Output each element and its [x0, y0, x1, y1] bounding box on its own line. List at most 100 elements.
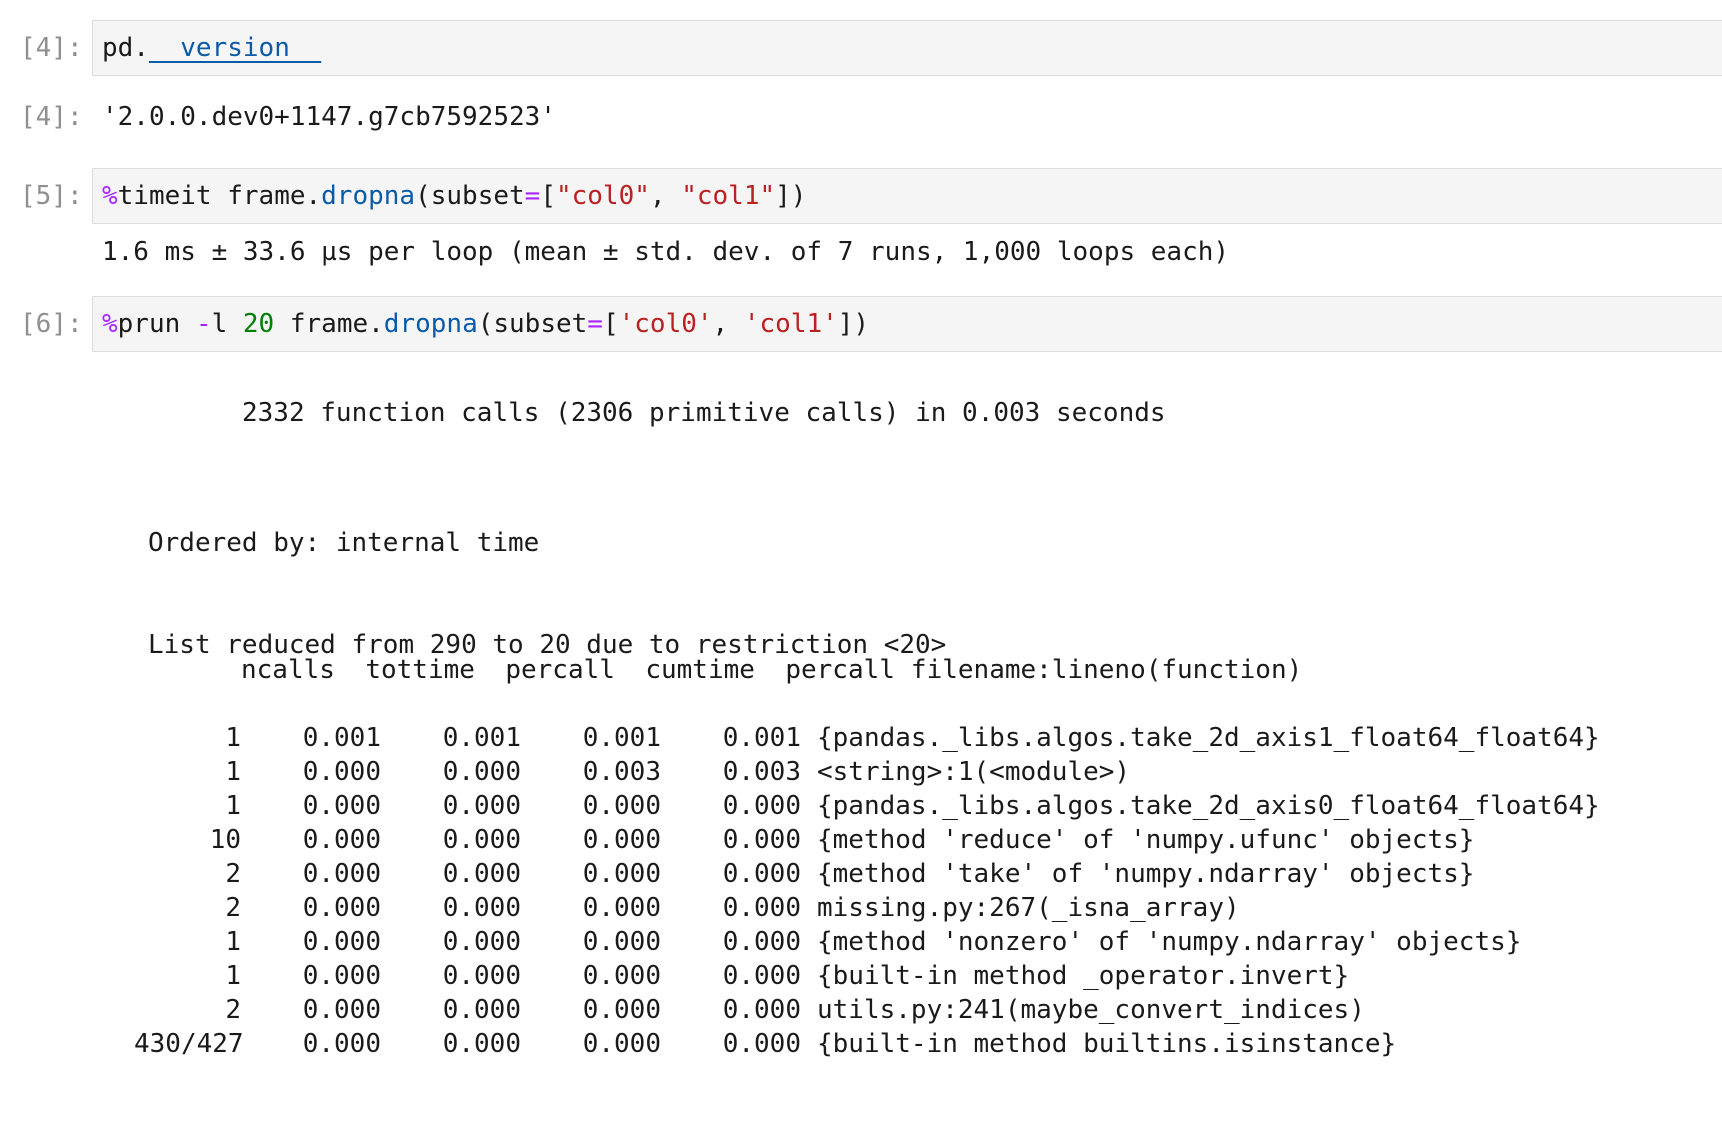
table-row: 1 0.000 0.000 0.000 0.000 {pandas._libs.algos… — [134, 789, 1600, 823]
cell-cumtime: 0.003 — [582, 757, 661, 787]
cell-cumtime: 0.000 — [582, 927, 661, 957]
cell-percall: 0.000 — [442, 825, 521, 855]
code-token: - — [195, 309, 212, 339]
cell-percall-cum: 0.000 — [722, 995, 801, 1025]
cell-percall: 0.000 — [442, 859, 521, 889]
cell-ncalls: 430/427 — [134, 1029, 244, 1059]
cell-ncalls: 1 — [225, 927, 241, 957]
cell-ncalls: 1 — [225, 961, 241, 991]
table-header: ncalls tottime percall cumtime percall filena… — [134, 619, 1600, 685]
cell-tottime: 0.000 — [302, 927, 381, 957]
cell-ncalls: 1 — [225, 791, 241, 821]
profile-table: ncalls tottime percall cumtime percall filena… — [134, 551, 1600, 1129]
code-token: [ — [602, 309, 619, 339]
input-prompt: [5]: — [20, 181, 83, 211]
cell-percall: 0.000 — [442, 1029, 521, 1059]
cell-6-output: 2332 function calls (2306 primitive call… — [0, 396, 1722, 1059]
cell-percall: 0.000 — [442, 757, 521, 787]
cell-cumtime: 0.000 — [582, 995, 661, 1025]
code-token: = — [587, 309, 603, 339]
code-token: ]) — [837, 309, 870, 339]
code-token: ]) — [775, 181, 807, 211]
cell-ncalls: 2 — [225, 893, 241, 923]
cell-ncalls: 1 — [225, 757, 241, 787]
cell-6-input[interactable]: [6]: %prun -l 20 frame.dropna(subset=['c… — [0, 296, 1722, 352]
code-line[interactable]: %timeit frame.dropna(subset=["col0", "co… — [102, 179, 806, 213]
code-token: % — [102, 309, 118, 339]
header-percall: percall — [505, 655, 615, 685]
code-token: "col0" — [555, 181, 650, 211]
cell-ncalls: 2 — [225, 995, 241, 1025]
header-tottime: tottime — [365, 655, 475, 685]
code-token: frame — [274, 309, 369, 339]
cell-percall: 0.000 — [442, 961, 521, 991]
table-row: 1 0.000 0.000 0.000 0.000 {method 'nonzero' o… — [134, 925, 1600, 959]
cell-percall-cum: 0.001 — [722, 723, 801, 753]
output-prompt: [4]: — [20, 102, 83, 132]
header-ncalls: ncalls — [241, 655, 335, 685]
cell-percall: 0.000 — [442, 893, 521, 923]
cell-filename: {method 'nonzero' of 'numpy.ndarray' obj… — [817, 927, 1522, 957]
table-row: 1 0.000 0.000 0.000 0.000 {built-in method _o… — [134, 959, 1600, 993]
cell-percall: 0.001 — [442, 723, 521, 753]
cell-percall-cum: 0.000 — [722, 791, 801, 821]
prun-summary: 2332 function calls (2306 primitive call… — [242, 398, 1166, 428]
table-row: 10 0.000 0.000 0.000 0.000 {method 'reduce' o… — [134, 823, 1600, 857]
code-token: , — [649, 181, 682, 211]
cell-cumtime: 0.000 — [582, 961, 661, 991]
table-row: 1 0.000 0.000 0.003 0.003 <string>:1(<module>… — [134, 755, 1600, 789]
cell-tottime: 0.000 — [302, 791, 381, 821]
cell-percall-cum: 0.003 — [722, 757, 801, 787]
cell-percall: 0.000 — [442, 791, 521, 821]
cell-5-input[interactable]: [5]: %timeit frame.dropna(subset=["col0"… — [0, 168, 1722, 224]
code-token: 20 — [242, 309, 275, 339]
cell-cumtime: 0.000 — [582, 791, 661, 821]
cell-5-output: 1.6 ms ± 33.6 µs per loop (mean ± std. d… — [0, 235, 1722, 269]
output-text: 1.6 ms ± 33.6 µs per loop (mean ± std. d… — [102, 237, 1230, 267]
code-line[interactable]: %prun -l 20 frame.dropna(subset=['col0',… — [102, 307, 869, 341]
table-row: 2 0.000 0.000 0.000 0.000 utils.py:241(maybe_… — [134, 993, 1600, 1027]
cell-filename: missing.py:267(_isna_array) — [817, 893, 1240, 923]
cell-tottime: 0.000 — [302, 1029, 381, 1059]
cell-filename: <string>:1(<module>) — [817, 757, 1131, 787]
code-token: 'col1' — [743, 309, 838, 339]
code-token: . — [133, 33, 149, 63]
cell-percall: 0.000 — [442, 927, 521, 957]
table-row: 1 0.001 0.001 0.001 0.001 {pandas._libs.algos… — [134, 721, 1599, 755]
header-filename: filename:lineno(function) — [910, 655, 1303, 685]
cell-percall-cum: 0.000 — [722, 927, 801, 957]
table-row: 2 0.000 0.000 0.000 0.000 {method 'take' of '… — [134, 857, 1600, 891]
header-cumtime: cumtime — [645, 655, 755, 685]
code-token: timeit frame — [117, 181, 306, 211]
table-row: 430/427 0.000 0.000 0.000 0.000 {built-in met… — [134, 1027, 1600, 1061]
cell-4-output: [4]: '2.0.0.dev0+1147.g7cb7592523' — [0, 100, 1722, 134]
table-row: 2 0.000 0.000 0.000 0.000 missing.py:267(_isn… — [134, 891, 1600, 925]
code-line[interactable]: pd.__version__ — [102, 31, 321, 65]
code-token: pd — [102, 33, 134, 63]
cell-4-input[interactable]: [4]: pd.__version__ — [0, 20, 1722, 76]
code-token: % — [102, 181, 118, 211]
cell-percall-cum: 0.000 — [722, 859, 801, 889]
cell-tottime: 0.000 — [302, 995, 381, 1025]
code-token: dropna — [383, 309, 478, 339]
code-token: . — [368, 309, 384, 339]
input-prompt: [6]: — [20, 309, 83, 339]
cell-tottime: 0.000 — [302, 859, 381, 889]
code-token: 'col0' — [618, 309, 713, 339]
cell-ncalls: 1 — [225, 723, 241, 753]
code-token: , — [712, 309, 744, 339]
code-editor[interactable] — [92, 20, 1722, 76]
cell-percall-cum: 0.000 — [722, 825, 801, 855]
code-token: prun — [117, 309, 196, 339]
input-prompt: [4]: — [20, 33, 83, 63]
cell-ncalls: 10 — [209, 825, 241, 855]
cell-cumtime: 0.001 — [582, 723, 661, 753]
code-token: (subset — [477, 309, 588, 339]
code-token: = — [524, 181, 541, 211]
code-token: . — [305, 181, 322, 211]
code-token: "col1" — [681, 181, 776, 211]
cell-filename: utils.py:241(maybe_convert_indices) — [817, 995, 1365, 1025]
cell-filename: {built-in method builtins.isinstance} — [817, 1029, 1397, 1059]
cell-filename: {pandas._libs.algos.take_2d_axis0_float6… — [817, 791, 1600, 821]
code-token: (subset — [415, 181, 525, 211]
